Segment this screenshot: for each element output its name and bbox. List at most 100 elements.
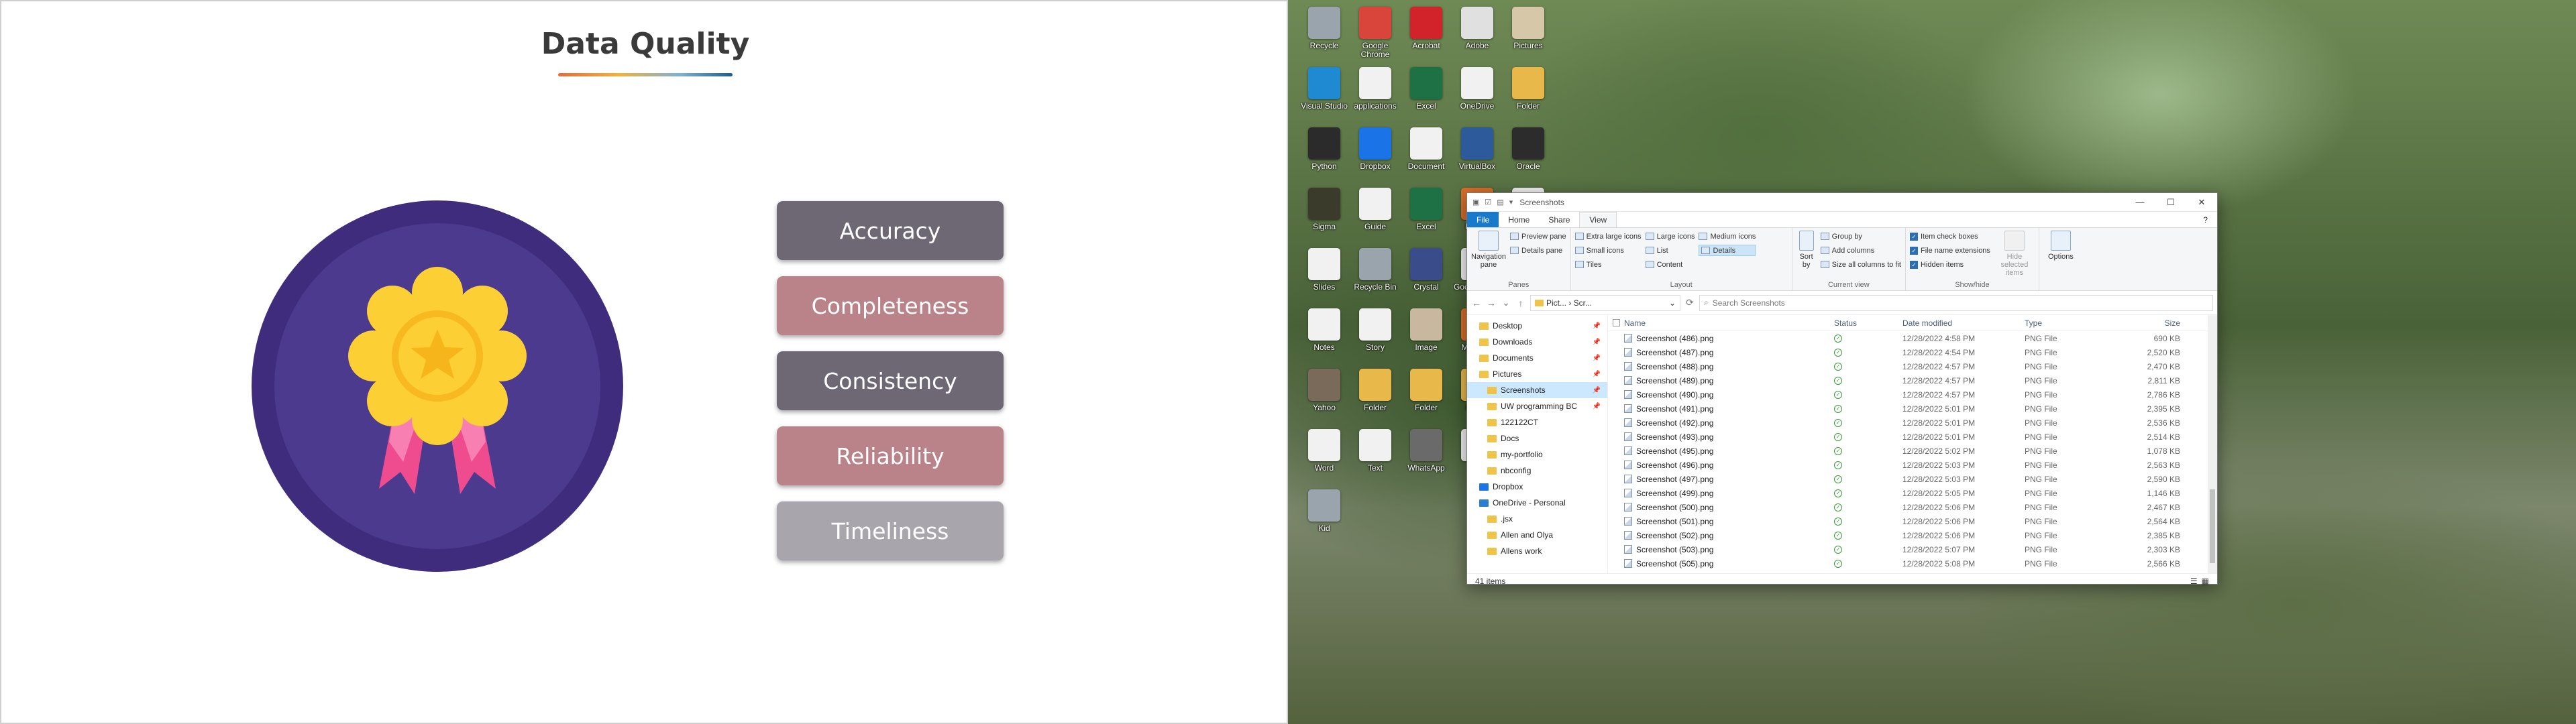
close-button[interactable]: ✕ [2186,193,2217,212]
hidden-items-toggle[interactable]: ✓ Hidden items [1909,259,1990,270]
refresh-icon[interactable]: ⟳ [1684,297,1695,308]
pill-accuracy[interactable]: Accuracy [777,201,1004,260]
desktop-icon[interactable]: VirtualBox [1453,123,1501,188]
file-row[interactable]: Screenshot (487).png ✓ 12/28/2022 4:54 PM P… [1608,345,2217,359]
add-columns-button[interactable]: Add columns [1820,245,1901,256]
minimize-button[interactable]: — [2125,193,2155,212]
desktop-icon[interactable]: Oracle [1504,123,1552,188]
desktop-icon[interactable]: Adobe [1453,3,1501,67]
desktop-icon[interactable]: Sigma [1300,184,1348,248]
layout-list[interactable]: List [1645,245,1695,256]
column-name[interactable]: Name [1624,318,1834,328]
nav-item[interactable]: Docs [1467,430,1607,446]
desktop-icon[interactable]: Pictures [1504,3,1552,67]
desktop-icon[interactable]: Crystal [1402,244,1450,308]
desktop-icon[interactable]: Google Chrome [1351,3,1399,67]
file-row[interactable]: Screenshot (502).png ✓ 12/28/2022 5:06 PM P… [1608,528,2217,542]
desktop-icon[interactable]: Folder [1402,365,1450,429]
desktop-icon[interactable]: Excel [1402,63,1450,127]
layout-content[interactable]: Content [1645,259,1695,270]
file-row[interactable]: Screenshot (501).png ✓ 12/28/2022 5:06 PM P… [1608,514,2217,528]
hide-selected-button[interactable]: Hide selected items [1994,231,2035,280]
folder-icon[interactable]: ▤ [1497,198,1503,206]
vertical-scrollbar[interactable] [2208,315,2217,573]
large-icons-view-icon[interactable]: ▦ [2202,577,2209,586]
nav-item[interactable]: Downloads 📌 [1467,334,1607,350]
layout-tiles[interactable]: Tiles [1574,259,1642,270]
file-row[interactable]: Screenshot (488).png ✓ 12/28/2022 4:57 PM P… [1608,359,2217,373]
details-pane-button[interactable]: Details pane [1510,245,1566,256]
file-row[interactable]: Screenshot (500).png ✓ 12/28/2022 5:06 PM P… [1608,500,2217,514]
desktop-icon[interactable]: Dropbox [1351,123,1399,188]
dropdown-icon[interactable]: ▾ [1509,198,1513,206]
nav-item[interactable]: Documents 📌 [1467,350,1607,366]
nav-item[interactable]: Dropbox [1467,479,1607,495]
nav-item[interactable]: nbconfig [1467,463,1607,479]
nav-item[interactable]: my-portfolio [1467,446,1607,463]
navigation-pane-button[interactable]: Navigation pane [1471,231,1506,280]
desktop-icon[interactable]: Kid [1300,485,1348,550]
layout-small-icons[interactable]: Small icons [1574,245,1642,256]
desktop-icon[interactable]: Folder [1351,365,1399,429]
nav-item[interactable]: Allens work [1467,543,1607,559]
file-row[interactable]: Screenshot (505).png ✓ 12/28/2022 5:08 PM P… [1608,556,2217,570]
layout-extra-large-icons[interactable]: Extra large icons [1574,231,1642,242]
pill-timeliness[interactable]: Timeliness [777,501,1004,560]
desktop-icon[interactable]: applications [1351,63,1399,127]
nav-item[interactable]: Desktop 📌 [1467,318,1607,334]
back-arrow-icon[interactable]: ← [1471,298,1482,308]
file-row[interactable]: Screenshot (486).png ✓ 12/28/2022 4:58 PM P… [1608,331,2217,345]
pill-consistency[interactable]: Consistency [777,351,1004,410]
desktop-icon[interactable]: Yahoo [1300,365,1348,429]
details-view-icon[interactable]: ☰ [2190,577,2198,586]
folder-icon[interactable]: ▣ [1472,198,1479,206]
nav-item[interactable]: 122122CT [1467,414,1607,430]
help-icon[interactable]: ? [2194,212,2217,227]
file-row[interactable]: Screenshot (499).png ✓ 12/28/2022 5:05 PM P… [1608,486,2217,500]
file-row[interactable]: Screenshot (491).png ✓ 12/28/2022 5:01 PM P… [1608,402,2217,416]
file-row[interactable]: Screenshot (497).png ✓ 12/28/2022 5:03 PM P… [1608,472,2217,486]
desktop-icon[interactable]: Story [1351,304,1399,369]
nav-item[interactable]: OneDrive - Personal [1467,495,1607,511]
file-extensions-toggle[interactable]: ✓ File name extensions [1909,245,1990,256]
nav-item[interactable]: UW programming BC 📌 [1467,398,1607,414]
desktop-icon[interactable]: Text [1351,425,1399,489]
column-type[interactable]: Type [2025,318,2125,328]
desktop-icon[interactable]: Visual Studio [1300,63,1348,127]
options-button[interactable]: Options [2043,231,2078,280]
file-row[interactable]: Screenshot (489).png ✓ 12/28/2022 4:57 PM P… [1608,373,2217,387]
desktop-icon[interactable]: Notes [1300,304,1348,369]
layout-medium-icons[interactable]: Medium icons [1699,231,1756,242]
desktop-icon[interactable]: Slides [1300,244,1348,308]
file-row[interactable]: Screenshot (503).png ✓ 12/28/2022 5:07 PM P… [1608,542,2217,556]
layout-details[interactable]: Details [1699,245,1756,256]
desktop-icon[interactable]: Image [1402,304,1450,369]
nav-item[interactable]: Screenshots 📌 [1467,382,1607,398]
checkbox-icon[interactable]: ☑ [1485,198,1491,206]
nav-item[interactable]: .jsx [1467,511,1607,527]
pill-reliability[interactable]: Reliability [777,426,1004,485]
column-date[interactable]: Date modified [1902,318,2025,328]
scrollbar-thumb[interactable] [2210,489,2215,563]
item-check-boxes-toggle[interactable]: ✓ Item check boxes [1909,231,1990,242]
desktop-icon[interactable]: Acrobat [1402,3,1450,67]
file-row[interactable]: Screenshot (490).png ✓ 12/28/2022 4:57 PM P… [1608,387,2217,402]
desktop-icon[interactable]: Recycle Bin [1351,244,1399,308]
file-row[interactable]: Screenshot (496).png ✓ 12/28/2022 5:03 PM P… [1608,458,2217,472]
desktop-icon[interactable]: Excel [1402,184,1450,248]
tab-home[interactable]: Home [1499,212,1539,227]
search-input[interactable]: ⌕ Search Screenshots [1699,294,2213,311]
group-by-button[interactable]: Group by [1820,231,1901,242]
column-size[interactable]: Size [2125,318,2186,328]
desktop-icon[interactable]: WhatsApp [1402,425,1450,489]
tab-file[interactable]: File [1467,212,1499,227]
column-status[interactable]: Status [1834,318,1902,328]
preview-pane-button[interactable]: Preview pane [1510,231,1566,242]
tab-view[interactable]: View [1579,212,1617,227]
sort-by-button[interactable]: Sort by [1796,231,1817,280]
file-row[interactable]: Screenshot (495).png ✓ 12/28/2022 5:02 PM P… [1608,444,2217,458]
size-columns-button[interactable]: Size all columns to fit [1820,259,1901,270]
layout-large-icons[interactable]: Large icons [1645,231,1695,242]
desktop-icon[interactable]: Python [1300,123,1348,188]
desktop-icon[interactable]: Folder [1504,63,1552,127]
